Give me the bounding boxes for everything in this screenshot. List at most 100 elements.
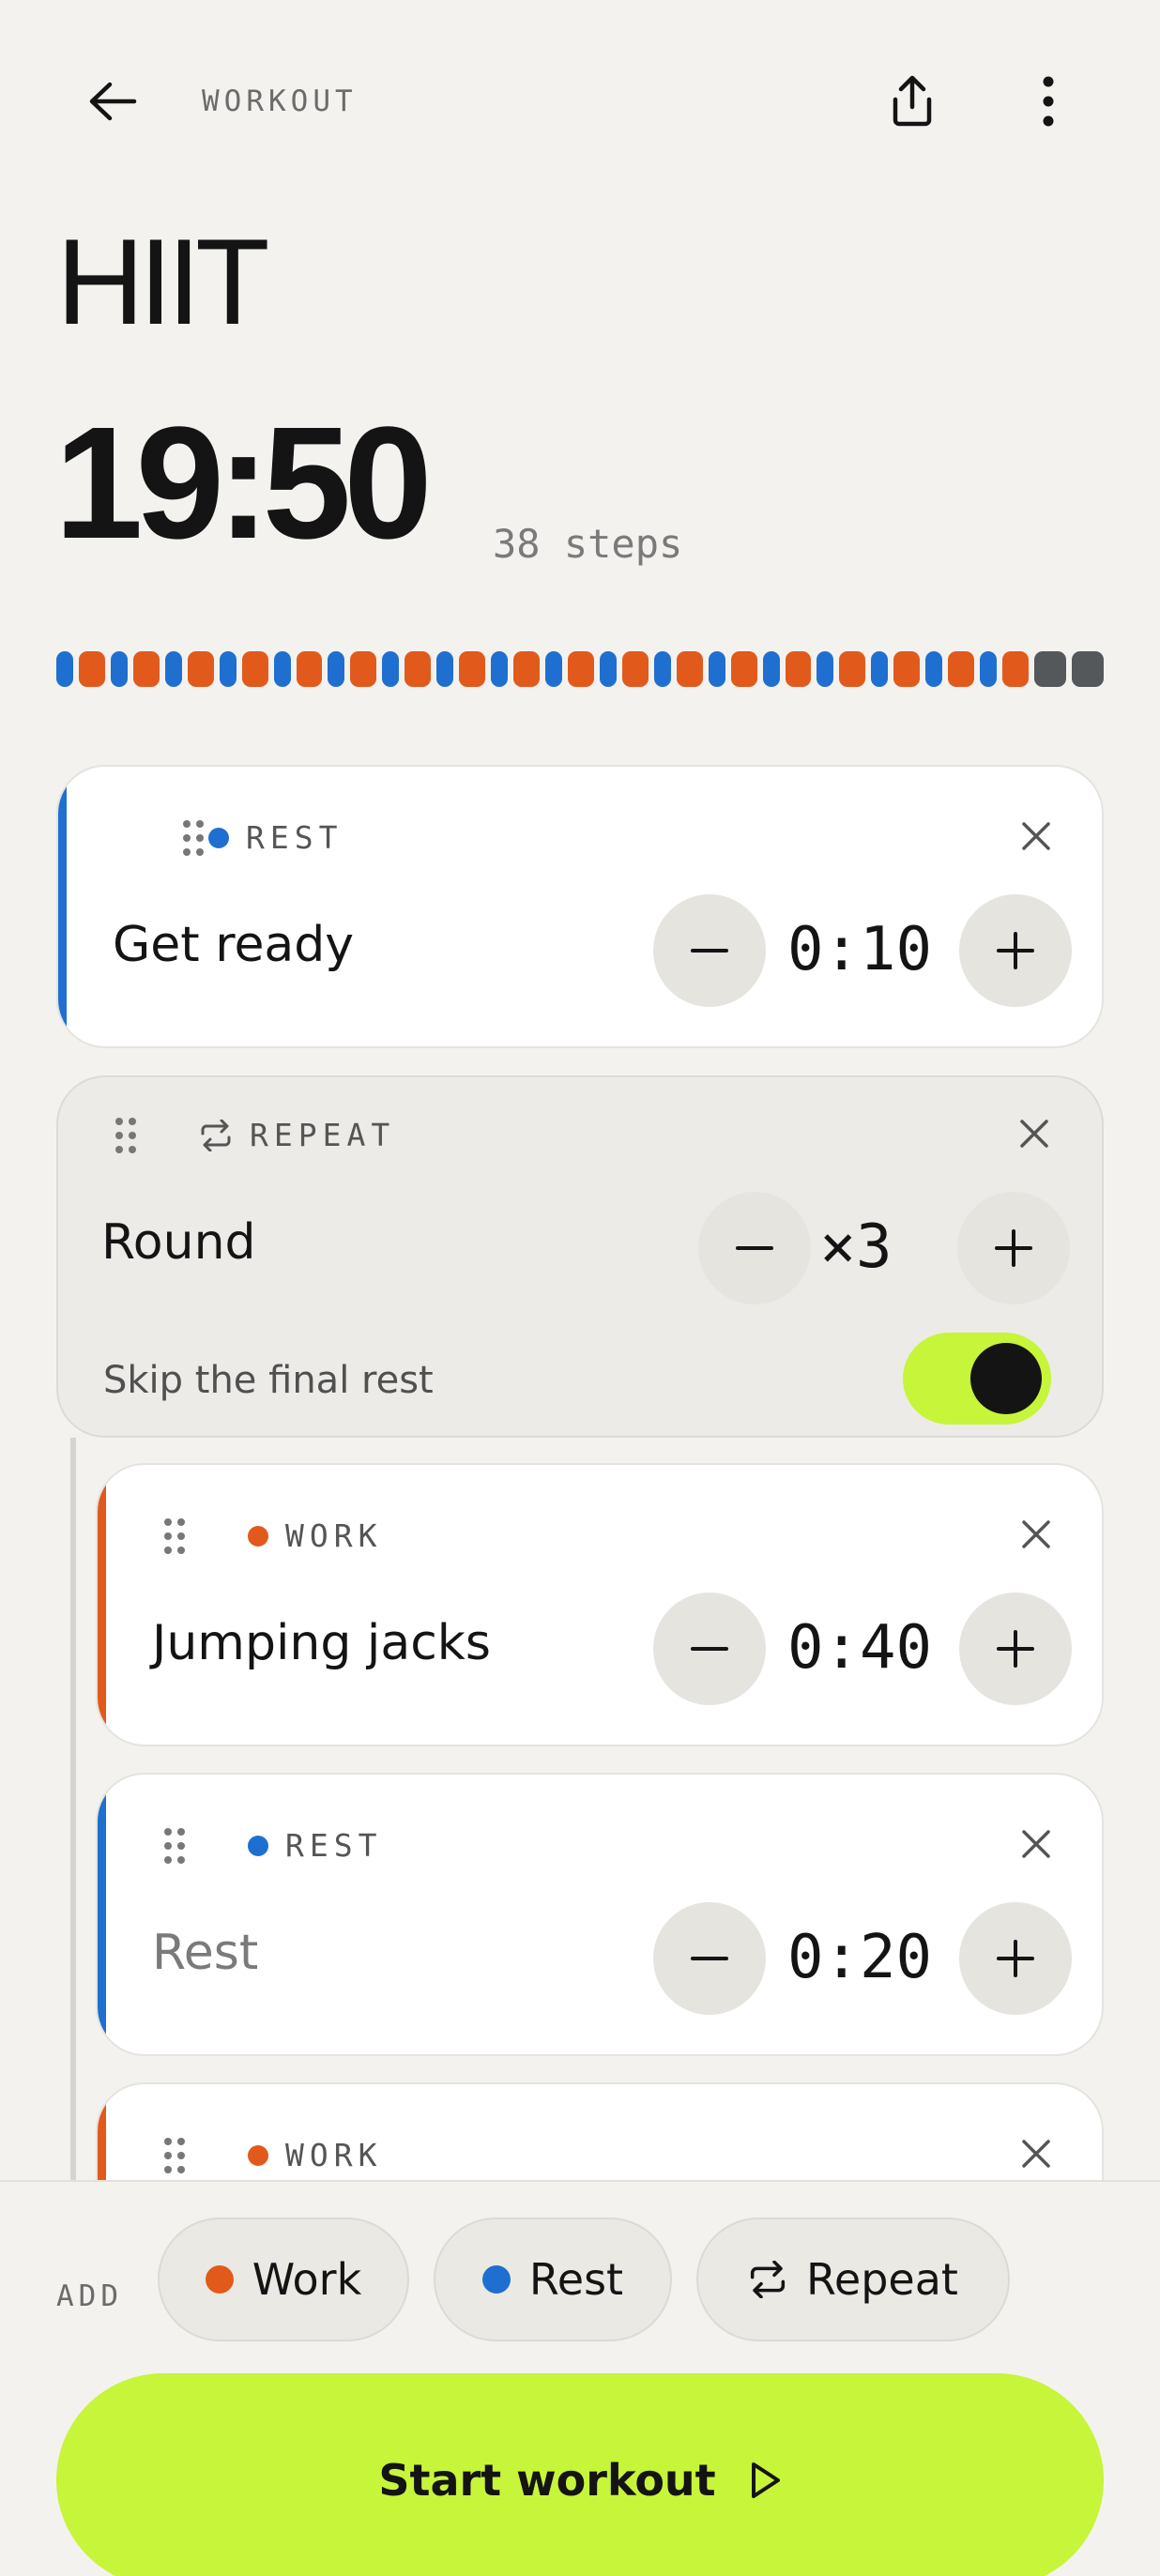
- step-name[interactable]: Jumping jacks: [152, 1615, 491, 1671]
- drag-handle[interactable]: [175, 810, 212, 866]
- drag-handle-icon: [164, 1518, 185, 1554]
- repeat-group: REPEAT Round ×3 Skip the final rest: [56, 1075, 1104, 1438]
- timeline-segment-work: [350, 651, 377, 687]
- skip-final-rest-toggle[interactable]: [903, 1333, 1051, 1425]
- plus-icon: [995, 1229, 1032, 1267]
- minus-icon: [691, 1957, 728, 1960]
- group-name[interactable]: Round: [101, 1214, 256, 1271]
- timeline-segment-work: [513, 651, 541, 687]
- step-duration: 0:40: [786, 1613, 933, 1683]
- rest-dot-icon: [248, 1835, 268, 1856]
- timeline-segment-rest: [599, 651, 617, 687]
- timeline-segment-rest: [219, 651, 237, 687]
- decrement-button[interactable]: [653, 1902, 766, 2015]
- drag-handle[interactable]: [156, 1818, 193, 1874]
- add-repeat-chip[interactable]: Repeat: [696, 2218, 1010, 2341]
- timeline-segment-rest: [273, 651, 291, 687]
- timeline-segment-rest: [382, 651, 400, 687]
- close-icon: [1022, 1830, 1050, 1858]
- increment-button[interactable]: [959, 1902, 1072, 2015]
- share-button[interactable]: [873, 68, 952, 135]
- remove-step-button[interactable]: [1006, 806, 1066, 866]
- drag-handle-icon: [164, 1828, 185, 1864]
- minus-icon: [691, 949, 728, 953]
- timeline-segment-rest: [653, 651, 671, 687]
- timeline-segment-rest: [110, 651, 128, 687]
- decrement-button[interactable]: [698, 1192, 811, 1304]
- close-icon: [1022, 822, 1050, 850]
- timeline-segment-rest: [871, 651, 889, 687]
- plus-icon: [997, 1940, 1034, 1977]
- back-button[interactable]: [66, 68, 160, 135]
- rest-dot-icon: [481, 2265, 511, 2294]
- increment-button[interactable]: [959, 894, 1072, 1007]
- group-nesting-line: [70, 1438, 76, 2180]
- add-rest-chip[interactable]: Rest: [434, 2218, 672, 2341]
- decrement-button[interactable]: [653, 1593, 766, 1705]
- timeline-segment-work: [839, 651, 866, 687]
- repeat-icon: [201, 1119, 231, 1151]
- start-workout-label: Start workout: [378, 2455, 716, 2506]
- work-stripe: [98, 1465, 106, 1745]
- timeline-segment-work: [459, 651, 486, 687]
- top-bar: WORKOUT: [0, 47, 1160, 156]
- add-work-chip[interactable]: Work: [158, 2218, 409, 2341]
- toggle-knob: [970, 1343, 1042, 1414]
- drag-handle-icon: [115, 1118, 136, 1153]
- step-kind: REST: [248, 1827, 382, 1864]
- step-name[interactable]: Rest: [152, 1925, 258, 1981]
- timeline-segment-rest: [164, 651, 182, 687]
- step-card-rest: REST Rest 0:20: [96, 1773, 1104, 2056]
- decrement-button[interactable]: [653, 894, 766, 1007]
- work-stripe: [98, 2084, 106, 2180]
- timeline-segment-rest: [762, 651, 780, 687]
- timeline-segment-rest: [56, 651, 73, 687]
- step-card-work: WORK: [96, 2082, 1104, 2180]
- workout-title: HIIT: [56, 213, 270, 350]
- remove-step-button[interactable]: [1006, 1504, 1066, 1564]
- step-list[interactable]: REST Get ready 0:10 REPEAT Round ×3 Skip…: [0, 765, 1160, 2180]
- rest-stripe: [98, 1775, 106, 2054]
- drag-handle[interactable]: [156, 1508, 193, 1564]
- drag-handle[interactable]: [107, 1107, 145, 1164]
- step-kind-label: WORK: [285, 1517, 383, 1554]
- timeline-segment-work: [567, 651, 594, 687]
- drag-handle[interactable]: [156, 2127, 193, 2180]
- close-icon: [1022, 1520, 1050, 1548]
- total-duration: 19:50: [54, 394, 433, 572]
- timeline-segment-rest: [980, 651, 998, 687]
- timeline-segment-rest: [708, 651, 725, 687]
- work-dot-icon: [248, 2144, 268, 2166]
- rest-dot-icon: [208, 827, 229, 848]
- close-icon: [1020, 1120, 1048, 1148]
- start-workout-button[interactable]: Start workout: [56, 2373, 1104, 2576]
- timeline-segment-rest: [925, 651, 943, 687]
- step-name[interactable]: Get ready: [113, 917, 354, 973]
- share-icon: [893, 75, 932, 127]
- more-options-button[interactable]: [1009, 68, 1088, 135]
- close-icon: [1022, 2140, 1050, 2168]
- arrow-left-icon: [89, 82, 137, 121]
- timeline-segment-rest: [545, 651, 562, 687]
- timeline-segment-work: [730, 651, 757, 687]
- step-card-work: WORK Jumping jacks 0:40: [96, 1463, 1104, 1746]
- increment-button[interactable]: [959, 1593, 1072, 1705]
- remove-step-button[interactable]: [1006, 2124, 1066, 2180]
- remove-step-button[interactable]: [1006, 1814, 1066, 1874]
- section-label: WORKOUT: [202, 84, 358, 118]
- timeline-segment-work: [296, 651, 323, 687]
- timeline-segment-rest: [817, 651, 834, 687]
- step-kind: WORK: [248, 1517, 382, 1554]
- timeline-segment-rest: [491, 651, 509, 687]
- steps-count: 38 steps: [493, 521, 683, 567]
- increment-button[interactable]: [957, 1192, 1070, 1304]
- workout-timeline-bar: [56, 651, 1104, 687]
- step-card-rest: REST Get ready 0:10: [56, 765, 1104, 1048]
- remove-group-button[interactable]: [1004, 1104, 1064, 1164]
- drag-handle-icon: [164, 2138, 185, 2173]
- plus-icon: [997, 932, 1034, 969]
- timeline-segment-work: [78, 651, 105, 687]
- step-duration: 0:10: [786, 915, 933, 984]
- add-label: ADD: [56, 2279, 123, 2313]
- timeline-segment-end: [1034, 651, 1066, 687]
